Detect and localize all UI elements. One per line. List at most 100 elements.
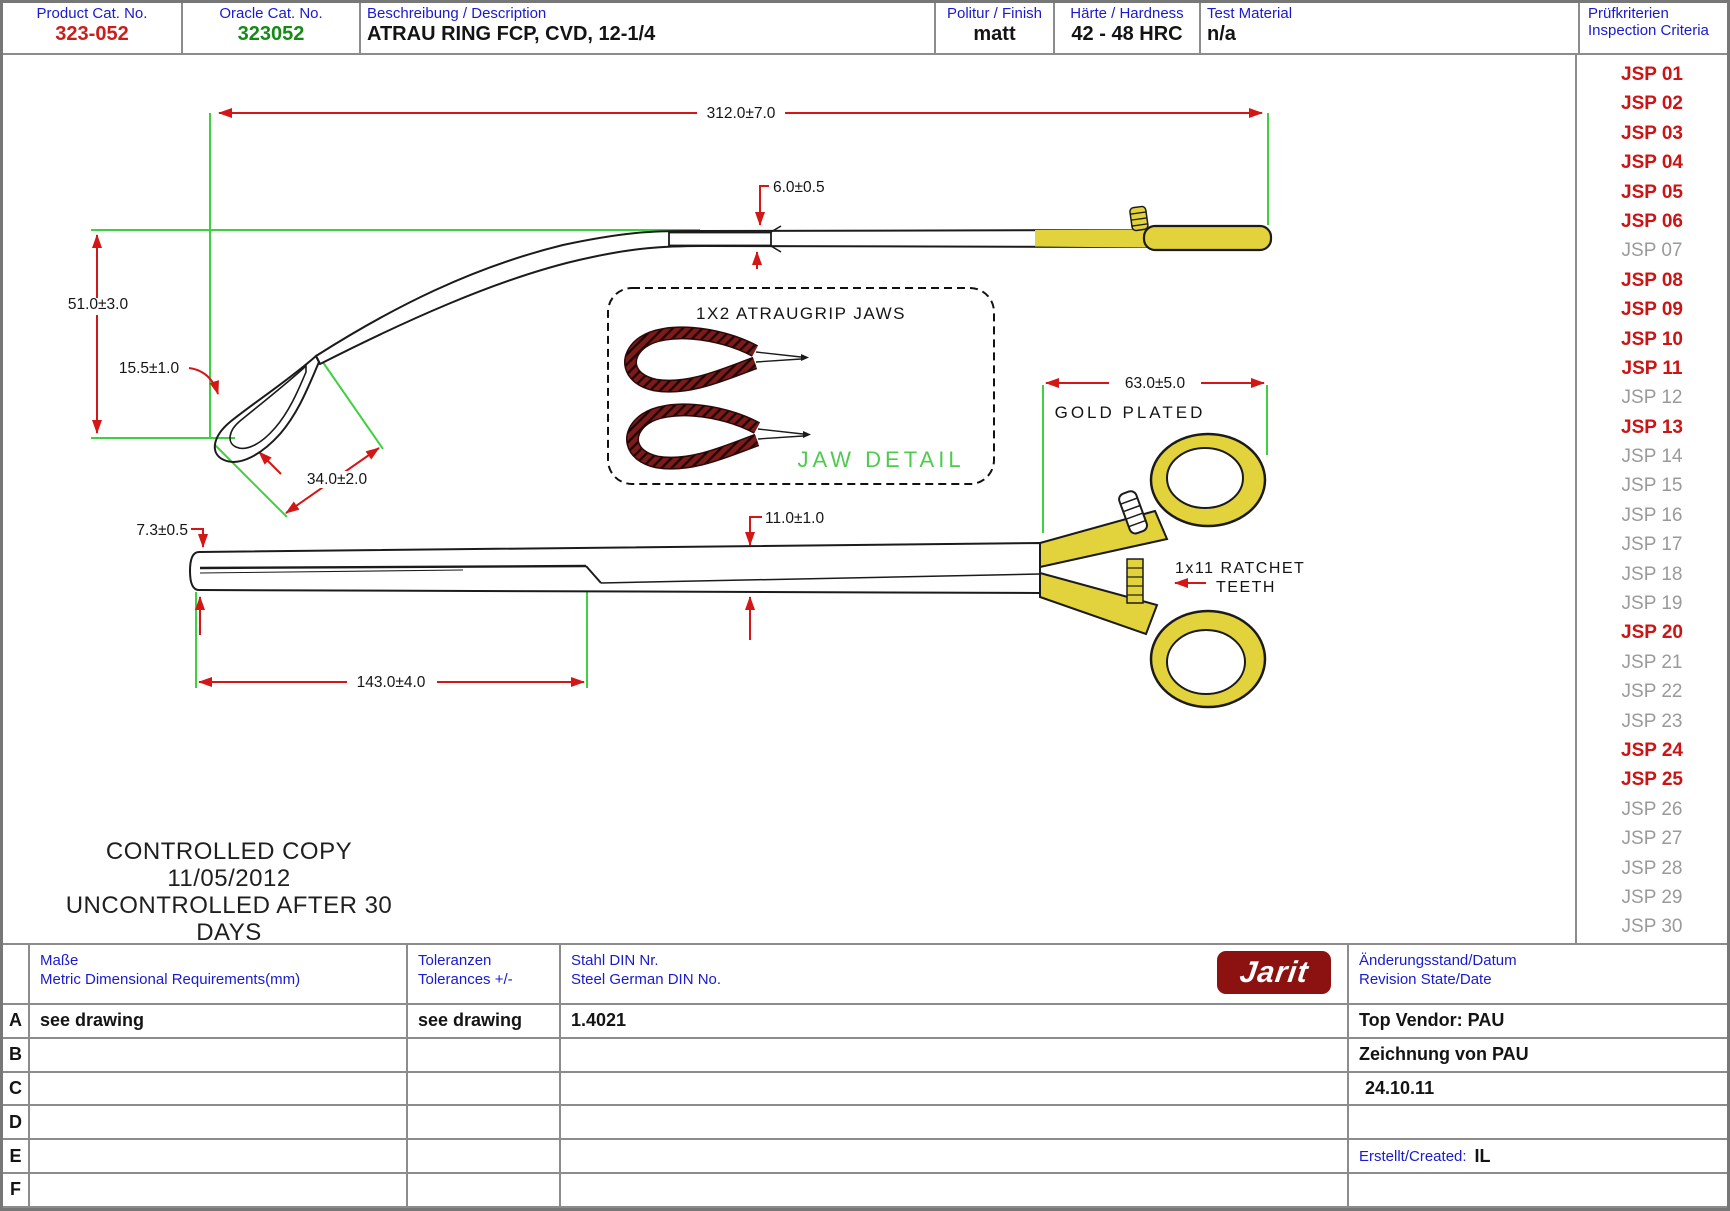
jsp-item-09: JSP 09 [1577,295,1727,324]
jarit-logo: Jarit [1217,951,1331,994]
revision-value: Top Vendor: PAU [1359,1010,1504,1031]
finish-label: Politur / Finish [942,5,1047,22]
jsp-item-21: JSP 21 [1577,648,1727,677]
dim-overall-length: 312.0±7.0 [707,105,776,122]
jsp-item-18: JSP 18 [1577,560,1727,589]
tol-label-de: Toleranzen [418,951,559,970]
oracle-cat-value: 323052 [189,22,353,46]
inspection-criteria-header: Prüfkriterien Inspection Criteria [1580,3,1727,55]
ratchet-label-line2: TEETH [1216,579,1276,596]
tolerances-value: see drawing [418,1010,522,1031]
jsp-item-02: JSP 02 [1577,89,1727,118]
product-cat-cell: Product Cat. No. 323-052 [3,3,183,55]
test-material-value: n/a [1207,22,1572,46]
jsp-item-15: JSP 15 [1577,471,1727,500]
jsp-item-23: JSP 23 [1577,707,1727,736]
box-lock-slot [669,233,771,246]
jarit-logo-text: Jarit [1238,958,1311,988]
gold-plated-label: GOLD PLATED [1055,403,1206,422]
revision-value: 24.10.11 [1365,1078,1434,1099]
jsp-item-14: JSP 14 [1577,442,1727,471]
ring-outer-side [215,356,319,462]
ratchet-label-line1: 1x11 RATCHET [1175,560,1305,577]
tol-label-en: Tolerances +/- [418,970,559,989]
dim-ring-length: 34.0±2.0 [307,471,368,488]
screw-side [1129,206,1148,231]
product-cat-value: 323-052 [9,22,175,46]
jsp-item-24: JSP 24 [1577,736,1727,765]
hardness-value: 42 - 48 HRC [1061,22,1193,46]
dim-curve-height: 51.0±3.0 [68,296,129,313]
jsp-item-07: JSP 07 [1577,236,1727,265]
instrument-drawing: 312.0±7.0 6.0±0.5 51.0±3.0 15.5±1.0 34.0… [3,55,1575,941]
created-label: Erstellt/Created: [1359,1148,1467,1165]
jsp-item-06: JSP 06 [1577,207,1727,236]
dim-handle-gold-length: 63.0±5.0 [1125,375,1186,392]
footer-tolerances-header: Toleranzen Tolerances +/- [408,945,561,1005]
revision-value: Zeichnung von PAU [1359,1044,1529,1065]
lower-ring-inner [1167,630,1245,694]
rev-label-de: Änderungsstand/Datum [1359,951,1727,970]
footer-letter-header [3,945,30,1005]
stamp-line1: CONTROLLED COPY [33,838,425,865]
footer-row-b: B Zeichnung von PAU [3,1039,1727,1073]
finish-cell: Politur / Finish matt [936,3,1055,55]
gold-shaft-section [1035,230,1146,248]
upper-ring-inner [1167,448,1243,508]
dims-label-de: Maße [40,951,406,970]
ring-inner-side [230,366,306,448]
jsp-item-29: JSP 29 [1577,883,1727,912]
jsp-item-19: JSP 19 [1577,589,1727,618]
gold-handle-cap [1144,226,1271,250]
controlled-copy-stamp: CONTROLLED COPY 11/05/2012 UNCONTROLLED … [33,838,425,946]
dim-jaw-length: 143.0±4.0 [357,674,426,691]
ratchet-bar [1127,559,1143,603]
dim-boxlock-width: 11.0±1.0 [765,510,824,527]
inspection-label-de: Prüfkriterien [1588,5,1727,22]
footer-revision-header: Änderungsstand/Datum Revision State/Date [1349,945,1727,1005]
jsp-item-16: JSP 16 [1577,501,1727,530]
jsp-item-03: JSP 03 [1577,119,1727,148]
jsp-item-05: JSP 05 [1577,178,1727,207]
jsp-item-11: JSP 11 [1577,354,1727,383]
footer-steel-header: Stahl DIN Nr. Steel German DIN No. Jarit [561,945,1349,1005]
row-letter: D [3,1106,30,1140]
finish-value: matt [942,22,1047,46]
stamp-line2: 11/05/2012 [33,865,425,892]
inspection-label-en: Inspection Criteria [1588,22,1727,39]
instrument-top-view [190,543,1040,593]
title-block-header: Product Cat. No. 323-052 Oracle Cat. No.… [3,3,1727,55]
footer-row-c: C 24.10.11 [3,1073,1727,1107]
jaw-box-title: 1X2 ATRAUGRIP JAWS [696,304,906,323]
jsp-item-26: JSP 26 [1577,795,1727,824]
test-material-cell: Test Material n/a [1201,3,1580,55]
footer-row-f: F [3,1174,1727,1208]
dim-ring-width: 15.5±1.0 [119,360,180,377]
row-letter: B [3,1039,30,1073]
drawing-sheet: Product Cat. No. 323-052 Oracle Cat. No.… [0,0,1730,1211]
row-letter: E [3,1140,30,1174]
footer-row-d: D [3,1106,1727,1140]
jsp-item-27: JSP 27 [1577,824,1727,853]
jsp-item-10: JSP 10 [1577,325,1727,354]
jsp-item-28: JSP 28 [1577,854,1727,883]
description-label: Beschreibung / Description [367,5,928,22]
jsp-item-25: JSP 25 [1577,765,1727,794]
product-cat-label: Product Cat. No. [9,5,175,22]
jaw-detail-label: JAW DETAIL [797,447,964,472]
footer-row-a: A see drawing see drawing 1.4021 Top Ven… [3,1005,1727,1039]
dims-label-en: Metric Dimensional Requirements(mm) [40,970,406,989]
dim-jaw-width: 7.3±0.5 [136,522,188,539]
dims-value: see drawing [40,1010,144,1031]
footer-dims-header: Maße Metric Dimensional Requirements(mm) [30,945,408,1005]
stamp-line3: UNCONTROLLED AFTER 30 DAYS [33,892,425,946]
steel-value: 1.4021 [571,1010,626,1031]
jsp-item-20: JSP 20 [1577,618,1727,647]
description-value: ATRAU RING FCP, CVD, 12-1/4 [367,22,928,46]
rev-label-en: Revision State/Date [1359,970,1727,989]
hardness-label: Härte / Hardness [1061,5,1193,22]
jsp-item-13: JSP 13 [1577,413,1727,442]
jsp-item-12: JSP 12 [1577,383,1727,412]
test-material-label: Test Material [1207,5,1572,22]
inspection-criteria-list: JSP 01JSP 02JSP 03JSP 04JSP 05JSP 06JSP … [1577,55,1727,945]
